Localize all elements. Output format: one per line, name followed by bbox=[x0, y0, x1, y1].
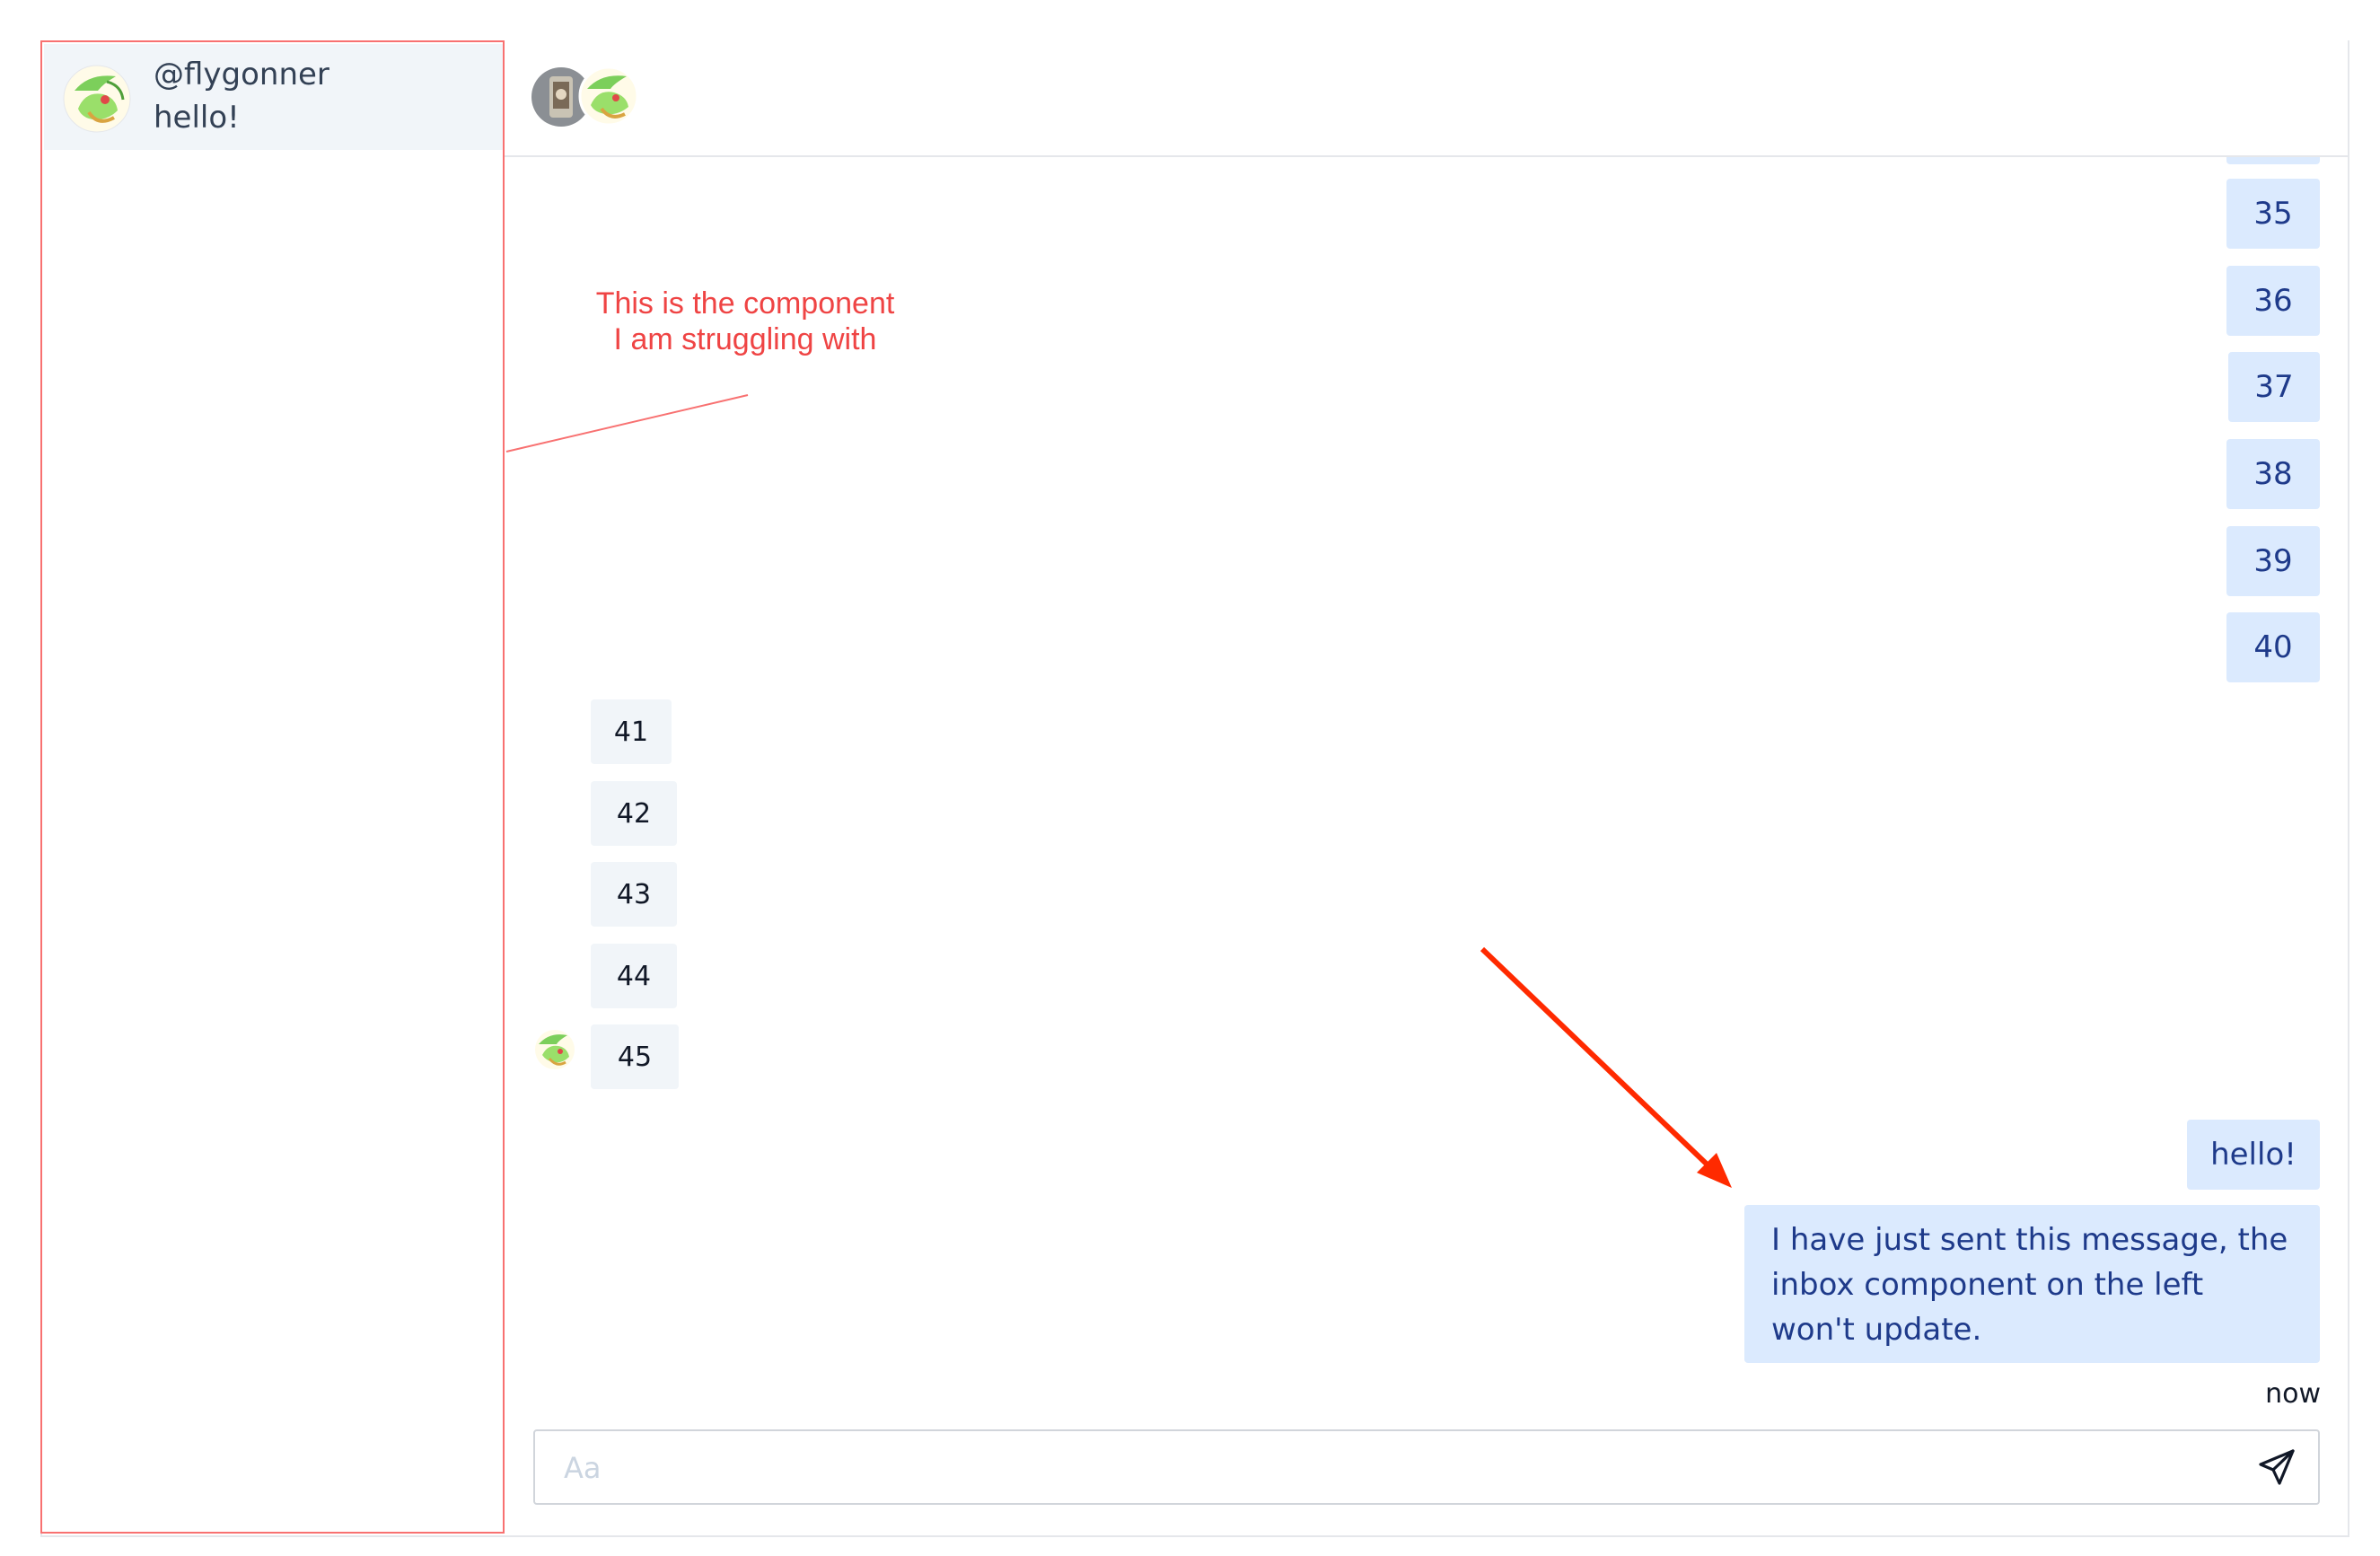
message-timestamp: now bbox=[2265, 1378, 2321, 1410]
chat-header bbox=[505, 40, 2348, 157]
inbox-item-handle: @flygonner bbox=[154, 57, 329, 92]
inbox-conversation-item[interactable]: @flygonner hello! bbox=[44, 44, 503, 150]
inbox-panel: @flygonner hello! bbox=[40, 40, 505, 1534]
message-input[interactable] bbox=[562, 1444, 2226, 1492]
inbox-item-preview: hello! bbox=[154, 100, 240, 136]
send-icon[interactable] bbox=[2255, 1446, 2298, 1489]
message-bubble-partial bbox=[2226, 157, 2320, 164]
annotation-line-1: This is the component bbox=[595, 286, 895, 321]
chat-panel: 35 36 37 38 39 40 41 42 43 44 45 hello! … bbox=[505, 40, 2349, 1537]
incoming-message-bubble: 41 bbox=[591, 699, 672, 764]
flygon-avatar-icon bbox=[62, 64, 132, 134]
outgoing-message-bubble: 35 bbox=[2226, 179, 2320, 249]
outgoing-message-bubble: hello! bbox=[2187, 1120, 2320, 1190]
annotation-line-2: I am struggling with bbox=[613, 322, 877, 356]
annotation-label: This is the component I am struggling wi… bbox=[539, 286, 952, 357]
outgoing-message-bubble: 36 bbox=[2226, 266, 2320, 336]
message-composer bbox=[533, 1429, 2320, 1505]
outgoing-message-bubble-latest: I have just sent this message, the inbox… bbox=[1744, 1205, 2320, 1363]
outgoing-message-bubble: 38 bbox=[2226, 439, 2320, 509]
incoming-message-bubble: 42 bbox=[591, 781, 677, 846]
flygon-avatar-icon bbox=[533, 1028, 576, 1071]
incoming-message-bubble: 43 bbox=[591, 862, 677, 927]
outgoing-message-bubble: 39 bbox=[2226, 526, 2320, 596]
outgoing-message-bubble: 40 bbox=[2226, 612, 2320, 682]
flygon-avatar-icon[interactable] bbox=[578, 66, 639, 127]
outgoing-message-bubble: 37 bbox=[2228, 352, 2320, 422]
incoming-message-bubble: 45 bbox=[591, 1024, 679, 1089]
incoming-message-bubble: 44 bbox=[591, 944, 677, 1008]
